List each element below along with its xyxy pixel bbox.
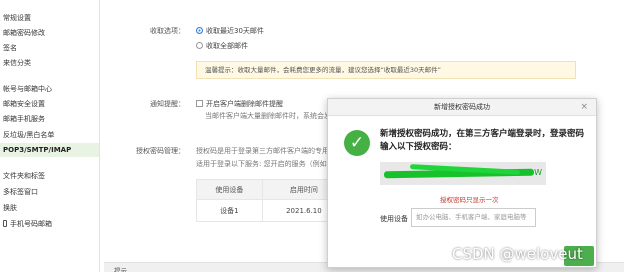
sidebar-item-multitab[interactable]: 多标签窗口 xyxy=(3,187,38,197)
sidebar-item-label: 手机号码邮箱 xyxy=(10,220,52,228)
auth-code-box: W xyxy=(380,162,546,185)
receive-30days-radio[interactable]: 收取最近30天邮件 xyxy=(196,26,264,36)
radio-icon xyxy=(196,42,203,49)
sidebar-item-folders[interactable]: 文件夹和标签 xyxy=(3,171,45,181)
notify-checkbox[interactable]: 开启客户端删除邮件提醒 xyxy=(196,99,283,109)
sidebar-item-phone-mailbox[interactable]: 手机号码邮箱 xyxy=(3,219,52,229)
receive-all-radio[interactable]: 收取全部邮件 xyxy=(196,41,248,51)
sidebar-item-mobile-service[interactable]: 邮箱手机服务 xyxy=(3,114,45,124)
radio-selected-icon xyxy=(196,27,203,34)
notify-checkbox-label: 开启客户端删除邮件提醒 xyxy=(206,100,283,108)
table-header-row: 使用设备 启用时间 xyxy=(196,179,347,200)
sidebar-item-inbox-rules[interactable]: 来信分类 xyxy=(3,58,31,68)
sidebar-item-password[interactable]: 邮箱密码修改 xyxy=(3,28,45,38)
receive-all-label: 收取全部邮件 xyxy=(206,42,248,50)
table-cell-device: 设备1 xyxy=(196,199,263,222)
sidebar-item-antispam[interactable]: 反垃圾/黑白名单 xyxy=(3,130,54,140)
notify-desc: 当邮件客户端大量删除邮件时，系统会发送 xyxy=(205,112,338,120)
dialog-header: 新增授权密码成功 × xyxy=(328,99,596,116)
sidebar-item-general[interactable]: 常规设置 xyxy=(3,13,31,23)
auth-code-fragment: W xyxy=(534,168,542,177)
receive-tip: 温馨提示：收取大量邮件，会耗费您更多的流量，建议您选择“收取最近30天邮件” xyxy=(196,61,576,79)
notify-label: 通知提醒： xyxy=(150,100,185,108)
dialog-message: 新增授权密码成功，在第三方客户端登录时，登录密码输入以下授权密码： xyxy=(380,129,585,152)
sidebar-item-skin[interactable]: 换肤 xyxy=(3,203,17,213)
receive-30days-label: 收取最近30天邮件 xyxy=(206,27,264,35)
show-once-note: 授权密码只显示一次 xyxy=(440,196,499,204)
phone-icon xyxy=(3,220,7,227)
table-header-device: 使用设备 xyxy=(196,179,263,200)
auth-desc-line2: 适用于登录以下服务: 您开启的服务（例如POP xyxy=(196,160,341,168)
sidebar-item-security[interactable]: 邮箱安全设置 xyxy=(3,99,45,109)
sidebar-item-pop3[interactable]: POP3/SMTP/IMAP xyxy=(0,143,99,157)
auth-success-dialog: 新增授权密码成功 × ✓ 新增授权密码成功，在第三方客户端登录时，登录密码输入以… xyxy=(327,98,597,268)
sidebar-item-account-center[interactable]: 帐号与邮箱中心 xyxy=(3,84,52,94)
auth-password-label: 授权密码管理： xyxy=(136,147,185,155)
device-table: 使用设备 启用时间 设备1 2021.6.10 xyxy=(196,179,347,222)
close-icon[interactable]: × xyxy=(580,99,588,116)
sidebar-item-signature[interactable]: 签名 xyxy=(3,43,17,53)
auth-desc-line1: 授权码是用于登录第三方邮件客户端的专用密 xyxy=(196,147,336,155)
receive-options-label: 收取选项： xyxy=(150,27,185,35)
device-input[interactable]: 如办公电脑、手机客户端、家庭电脑等 xyxy=(411,208,536,227)
sidebar: 常规设置 邮箱密码修改 签名 来信分类 帐号与邮箱中心 邮箱安全设置 邮箱手机服… xyxy=(0,0,100,272)
csdn-watermark: CSDN @weloveut xyxy=(452,245,583,263)
tips-label: 提示 xyxy=(114,267,127,272)
checkmark-icon: ✓ xyxy=(344,130,370,156)
dialog-title: 新增授权密码成功 xyxy=(434,103,490,111)
checkbox-icon xyxy=(196,100,203,107)
device-label: 使用设备 xyxy=(380,215,408,223)
table-row: 设备1 2021.6.10 xyxy=(196,199,347,222)
